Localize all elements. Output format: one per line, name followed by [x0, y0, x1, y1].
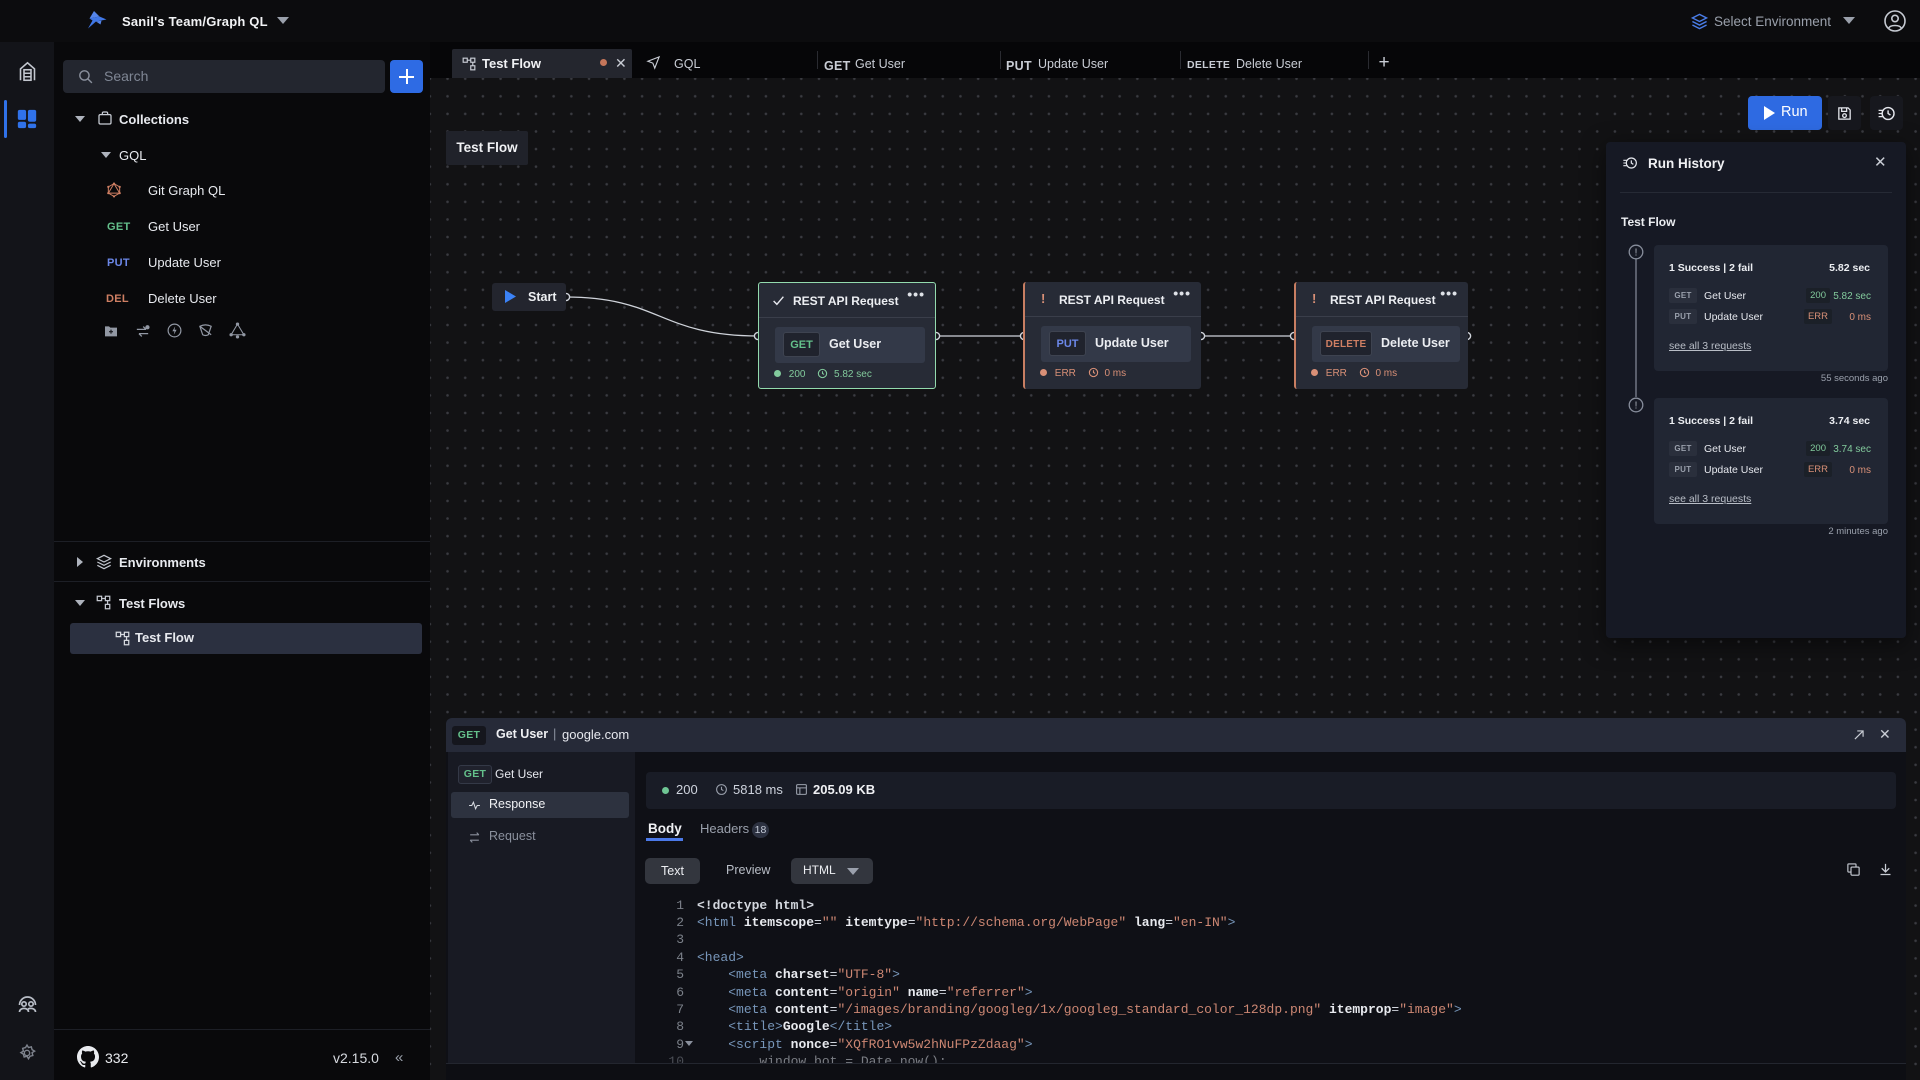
svg-text:!: !	[1635, 248, 1638, 259]
svg-text:!: !	[1635, 401, 1638, 412]
